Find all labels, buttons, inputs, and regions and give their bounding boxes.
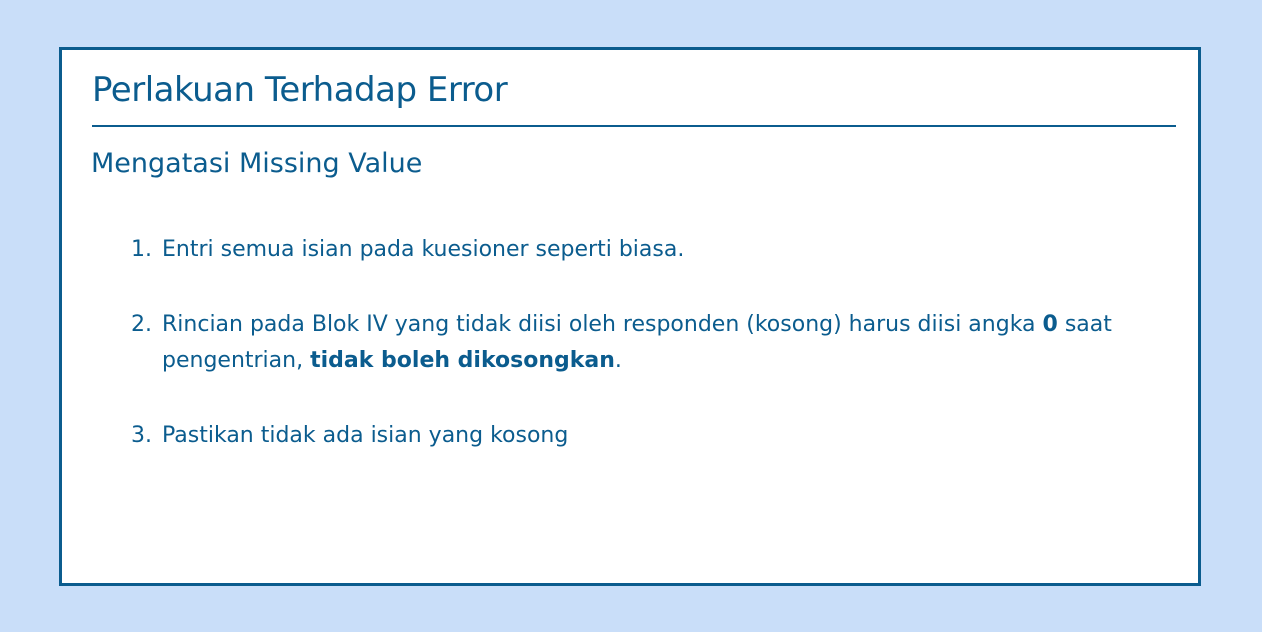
step-emphasis-warning: tidak boleh dikosongkan <box>310 348 615 373</box>
step-item-3: 3. Pastikan tidak ada isian yang kosong <box>131 418 1171 454</box>
step-text: Rincian pada Blok IV yang tidak diisi ol… <box>162 312 1043 337</box>
steps-list: 1. Entri semua isian pada kuesioner seper… <box>131 232 1171 493</box>
step-item-1: 1. Entri semua isian pada kuesioner seper… <box>131 232 1171 268</box>
step-number: 3. <box>131 423 152 448</box>
step-item-2: 2. Rincian pada Blok IV yang tidak diisi … <box>131 307 1171 379</box>
step-text: . <box>614 348 622 373</box>
slide-title: Perlakuan Terhadap Error <box>92 70 508 110</box>
title-divider <box>92 125 1176 127</box>
step-number: 1. <box>131 237 152 262</box>
step-text: Entri semua isian pada kuesioner seperti… <box>162 237 685 262</box>
step-number: 2. <box>131 312 152 337</box>
slide-card: Perlakuan Terhadap Error Mengatasi Missi… <box>59 47 1201 586</box>
step-emphasis-zero: 0 <box>1042 312 1058 337</box>
slide-subtitle: Mengatasi Missing Value <box>91 148 423 179</box>
step-text: Pastikan tidak ada isian yang kosong <box>162 423 569 448</box>
